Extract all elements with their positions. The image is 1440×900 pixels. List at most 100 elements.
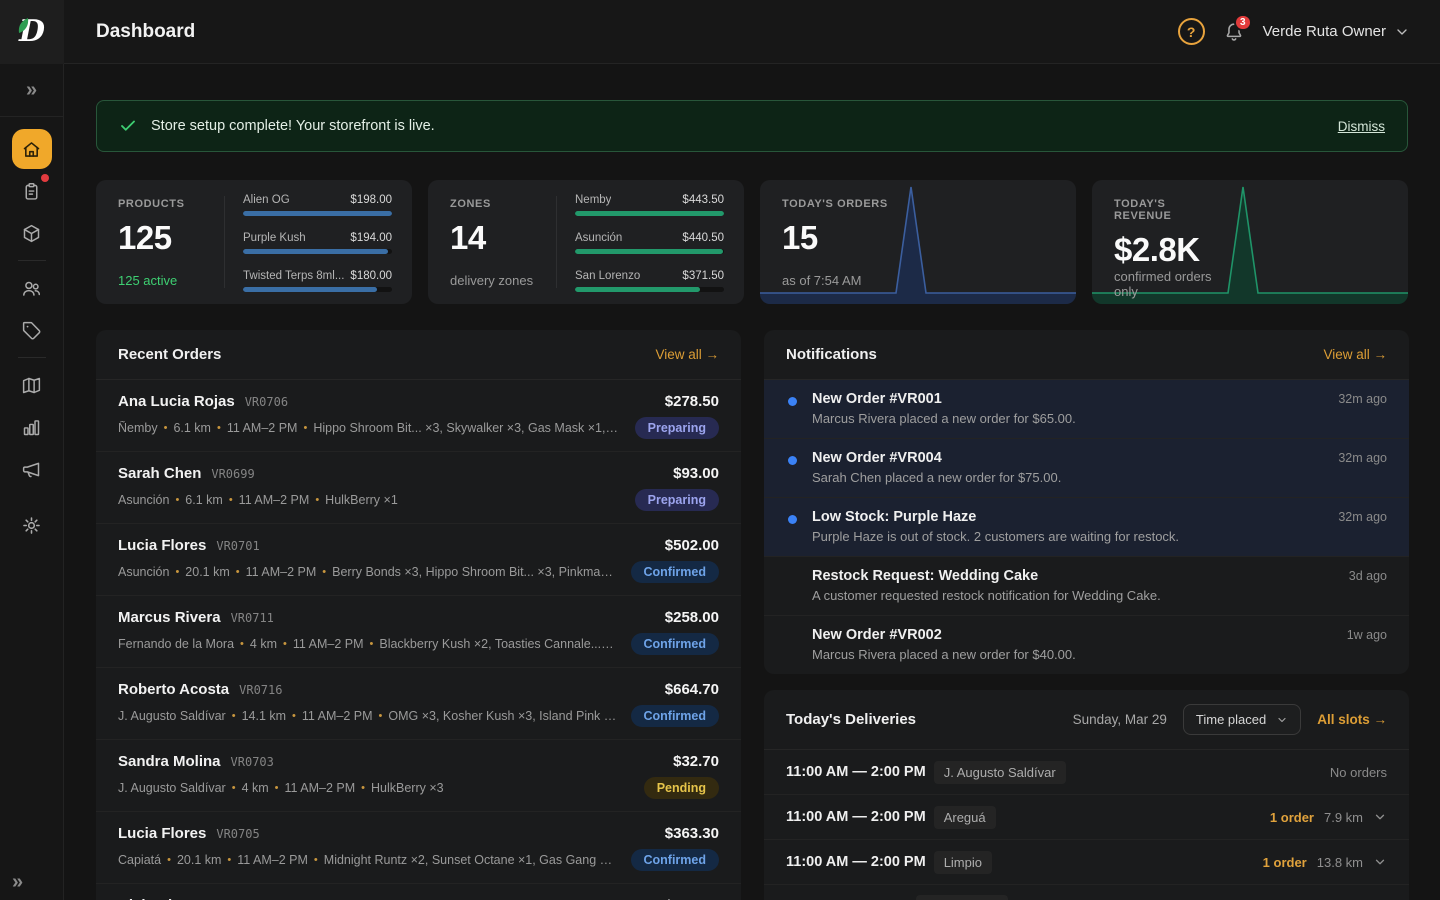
sidebar-expand-button-bottom[interactable]: » xyxy=(12,871,23,894)
notification-item[interactable]: New Order #VR00432m ago Sarah Chen place… xyxy=(764,439,1409,498)
chevron-down-icon[interactable] xyxy=(1373,810,1387,824)
panel-title: Recent Orders xyxy=(118,346,221,363)
orders-view-all-link[interactable]: View all → xyxy=(655,347,719,362)
stat-subtext: delivery zones xyxy=(450,273,556,288)
order-row[interactable]: Lucia FloresVR0701$502.00 Asunción•20.1 … xyxy=(96,524,741,596)
notification-time: 1w ago xyxy=(1347,628,1387,642)
order-customer: Sarah Chen xyxy=(118,465,201,482)
notifications-panel: Notifications View all → New Order #VR00… xyxy=(764,330,1409,674)
top-product-row: Alien OG$198.00 xyxy=(243,194,392,216)
order-row[interactable]: Lucia FloresVR0705$363.30 Capiatá•20.1 k… xyxy=(96,812,741,884)
delivery-slot-row[interactable] xyxy=(764,885,1409,900)
sidebar-item-settings[interactable] xyxy=(12,505,52,545)
sort-select-value: Time placed xyxy=(1196,712,1266,727)
cube-icon xyxy=(21,223,42,244)
order-id: VR0705 xyxy=(216,827,259,841)
order-window: 11 AM–2 PM xyxy=(246,565,317,579)
delivery-slot-row[interactable]: 11:00 AM — 2:00 PM Limpio 1 order 13.8 k… xyxy=(764,840,1409,885)
todays-orders-stat-card[interactable]: TODAY'S ORDERS 15 as of 7:54 AM xyxy=(760,180,1076,304)
order-row[interactable]: Sandra MolinaVR0703$32.70 J. Augusto Sal… xyxy=(96,740,741,812)
sidebar-item-marketing[interactable] xyxy=(12,449,52,489)
stat-label: PRODUCTS xyxy=(118,198,224,210)
delivery-slot-row[interactable]: 11:00 AM — 2:00 PM Areguá 1 order 7.9 km xyxy=(764,795,1409,840)
help-icon[interactable]: ? xyxy=(1178,18,1205,45)
order-zone: Ñemby xyxy=(118,421,158,435)
slot-zone-chip: Limpio xyxy=(934,851,992,874)
notification-time: 32m ago xyxy=(1338,451,1387,465)
notification-time: 32m ago xyxy=(1338,392,1387,406)
user-name: Verde Ruta Owner xyxy=(1263,23,1386,40)
check-icon xyxy=(119,117,137,135)
order-distance: 14.1 km xyxy=(242,709,286,723)
notifications-view-all-link[interactable]: View all → xyxy=(1323,347,1387,362)
clipboard-icon xyxy=(21,181,42,202)
todays-revenue-stat-card[interactable]: TODAY'S REVENUE $2.8K confirmed orders o… xyxy=(1092,180,1408,304)
stat-subtext: 125 active xyxy=(118,273,224,288)
leaf-icon xyxy=(17,17,30,39)
sidebar-item-products[interactable] xyxy=(12,213,52,253)
order-row[interactable]: Marcus RiveraVR0711$258.00 Fernando de l… xyxy=(96,596,741,668)
status-badge: Preparing xyxy=(635,489,719,511)
sidebar-item-orders[interactable] xyxy=(12,171,52,211)
app-logo[interactable]: D xyxy=(0,0,64,64)
product-name: Purple Kush xyxy=(243,232,306,244)
sidebar-item-promotions[interactable] xyxy=(12,310,52,350)
notifications-bell-icon[interactable]: 3 xyxy=(1223,21,1245,43)
product-bar xyxy=(243,211,392,216)
page-title: Dashboard xyxy=(96,21,195,43)
sidebar-item-analytics[interactable] xyxy=(12,407,52,447)
status-badge: Confirmed xyxy=(631,633,720,655)
notification-title: Restock Request: Wedding Cake xyxy=(812,568,1038,584)
order-row[interactable]: Alejandro ReyesVR0700$187.07 xyxy=(96,884,741,900)
sort-select[interactable]: Time placed xyxy=(1183,704,1301,735)
order-items: OMG ×3, Kosher Kush ×3, Island Pink ×3, … xyxy=(388,709,616,723)
order-id: VR0706 xyxy=(245,395,288,409)
product-name: Twisted Terps 8ml... xyxy=(243,270,344,282)
order-row[interactable]: Roberto AcostaVR0716$664.70 J. Augusto S… xyxy=(96,668,741,740)
notification-title: New Order #VR002 xyxy=(812,627,942,643)
order-row[interactable]: Ana Lucia RojasVR0706$278.50 Ñemby•6.1 k… xyxy=(96,380,741,452)
sidebar-item-customers[interactable] xyxy=(12,268,52,308)
product-price: $194.00 xyxy=(350,232,392,244)
order-customer: Sandra Molina xyxy=(118,753,221,770)
notification-description: Marcus Rivera placed a new order for $65… xyxy=(812,411,1387,426)
notification-item[interactable]: Low Stock: Purple Haze32m ago Purple Haz… xyxy=(764,498,1409,557)
order-zone: J. Augusto Saldívar xyxy=(118,709,226,723)
status-badge: Confirmed xyxy=(631,561,720,583)
dismiss-button[interactable]: Dismiss xyxy=(1338,119,1385,134)
stat-value: $2.8K xyxy=(1114,231,1220,269)
slot-time: 11:00 AM — 2:00 PM xyxy=(786,764,926,780)
order-total: $258.00 xyxy=(665,609,719,626)
panel-title: Today's Deliveries xyxy=(786,711,916,728)
slot-zone-chip: J. Augusto Saldívar xyxy=(934,761,1066,784)
product-bar xyxy=(243,249,388,254)
all-slots-link[interactable]: All slots → xyxy=(1317,712,1387,727)
slot-time: 11:00 AM — 2:00 PM xyxy=(786,809,926,825)
order-distance: 20.1 km xyxy=(177,853,221,867)
sidebar-expand-button[interactable]: » xyxy=(12,70,52,110)
delivery-slot-row[interactable]: 11:00 AM — 2:00 PM J. Augusto Saldívar N… xyxy=(764,750,1409,795)
slot-zone-chip xyxy=(916,895,1008,900)
order-distance: 6.1 km xyxy=(185,493,223,507)
status-badge: Preparing xyxy=(635,417,719,439)
order-row[interactable]: Sarah ChenVR0699$93.00 Asunción•6.1 km•1… xyxy=(96,452,741,524)
notification-item[interactable]: New Order #VR00132m ago Marcus Rivera pl… xyxy=(764,380,1409,439)
home-icon xyxy=(21,139,42,160)
user-menu[interactable]: Verde Ruta Owner xyxy=(1263,23,1410,40)
products-stat-card[interactable]: PRODUCTS 125 125 active Alien OG$198.00 … xyxy=(96,180,412,304)
chevron-down-icon xyxy=(1394,24,1410,40)
order-items: Berry Bonds ×3, Hippo Shroom Bit... ×3, … xyxy=(332,565,616,579)
sidebar-item-zones[interactable] xyxy=(12,365,52,405)
chevron-down-icon[interactable] xyxy=(1373,855,1387,869)
notification-time: 3d ago xyxy=(1349,569,1387,583)
status-badge: Confirmed xyxy=(631,849,720,871)
sidebar-item-dashboard[interactable] xyxy=(12,129,52,169)
stat-label: TODAY'S REVENUE xyxy=(1114,198,1220,222)
notification-item[interactable]: Restock Request: Wedding Cake3d ago A cu… xyxy=(764,557,1409,616)
notification-item[interactable]: New Order #VR0021w ago Marcus Rivera pla… xyxy=(764,616,1409,674)
unread-dot xyxy=(788,397,797,406)
slot-order-count: No orders xyxy=(1330,765,1387,780)
order-id: VR0711 xyxy=(231,611,274,625)
zones-stat-card[interactable]: ZONES 14 delivery zones Ñemby$443.50 Asu… xyxy=(428,180,744,304)
notification-title: Low Stock: Purple Haze xyxy=(812,509,976,525)
